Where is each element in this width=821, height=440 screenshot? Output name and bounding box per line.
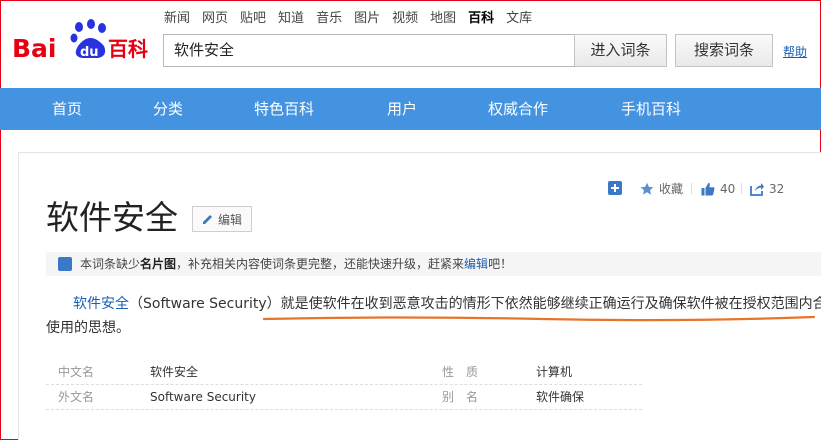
entry-title: 软件安全 xyxy=(46,198,178,237)
summary-english: （Software Security） xyxy=(129,296,281,312)
like-count: 40 xyxy=(720,181,736,196)
nav-link-images[interactable]: 图片 xyxy=(354,10,380,28)
nav-link-map[interactable]: 地图 xyxy=(430,10,456,28)
basic-info-row: 外文名 Software Security 别 名 软件确保 xyxy=(46,385,642,410)
summary-highlighted: 就是使软件在收到恶意攻击的情形下依然能够继续正确运行及确保软件被在授权范围内合法 xyxy=(280,296,821,312)
star-icon xyxy=(640,182,654,195)
nav-link-zhidao[interactable]: 知道 xyxy=(278,10,304,28)
main-nav-bar: 首页 分类 特色百科 用户 权威合作 手机百科 xyxy=(0,88,821,130)
enter-entry-button[interactable]: 进入词条 xyxy=(574,34,667,67)
share-icon xyxy=(750,182,764,196)
info-value: 计算机 xyxy=(536,365,573,379)
notice-text: ，补充相关内容使词条更完整，还能快速升级，赶紧来 xyxy=(176,257,465,271)
notice-edit-link[interactable]: 编辑 xyxy=(464,257,488,271)
share-count: 32 xyxy=(769,181,785,196)
nav-link-news[interactable]: 新闻 xyxy=(164,10,190,28)
svg-text:du: du xyxy=(80,45,99,60)
nav-link-web[interactable]: 网页 xyxy=(202,10,228,28)
search-entry-button[interactable]: 搜索词条 xyxy=(675,34,773,67)
notice-text: 本词条缺少 xyxy=(80,257,141,271)
main-nav-users[interactable]: 用户 xyxy=(387,88,417,130)
baidu-baike-logo[interactable]: Bai du 百科 xyxy=(12,16,152,66)
basic-info-row: 中文名 软件安全 性 质 计算机 xyxy=(46,360,642,385)
basic-info-table: 中文名 软件安全 性 质 计算机 外文名 Software Security 别… xyxy=(46,360,642,410)
entry-summary: 软件安全（Software Security）就是使软件在收到恶意攻击的情形下依… xyxy=(46,292,821,340)
nav-link-baike[interactable]: 百科 xyxy=(468,10,494,28)
main-nav-featured[interactable]: 特色百科 xyxy=(254,88,314,130)
pencil-icon xyxy=(202,215,212,224)
info-key: 性 质 xyxy=(442,365,479,379)
thumbs-up-icon xyxy=(701,182,715,195)
add-icon[interactable] xyxy=(608,181,622,195)
info-key: 别 名 xyxy=(442,390,479,404)
info-key: 外文名 xyxy=(58,390,95,404)
summary-term-link[interactable]: 软件安全 xyxy=(73,296,129,312)
nav-link-video[interactable]: 视频 xyxy=(392,10,418,28)
info-value: 软件安全 xyxy=(150,365,199,379)
share-button[interactable]: 32 xyxy=(750,181,784,196)
divider xyxy=(741,183,742,194)
summary-line2: 使用的思想。 xyxy=(46,320,130,336)
info-value: Software Security xyxy=(150,390,256,404)
notice-bold: 名片图 xyxy=(140,257,177,271)
nav-link-tieba[interactable]: 贴吧 xyxy=(240,10,266,28)
info-value: 软件确保 xyxy=(536,390,585,404)
nav-link-wenku[interactable]: 文库 xyxy=(506,10,532,28)
notice-text: 吧！ xyxy=(488,257,513,271)
like-button[interactable]: 40 xyxy=(701,181,735,196)
svg-text:Bai: Bai xyxy=(12,34,57,63)
nav-link-music[interactable]: 音乐 xyxy=(316,10,342,28)
main-nav-mobile[interactable]: 手机百科 xyxy=(621,88,681,130)
missing-image-notice: 本词条缺少名片图，补充相关内容使词条更完整，还能快速升级，赶紧来编辑吧！ xyxy=(46,252,821,276)
main-nav-home[interactable]: 首页 xyxy=(52,88,82,130)
edit-button-label: 编辑 xyxy=(217,212,242,227)
collect-label: 收藏 xyxy=(659,182,684,196)
info-key: 中文名 xyxy=(58,365,95,379)
help-link[interactable]: 帮助 xyxy=(783,43,807,60)
main-nav-category[interactable]: 分类 xyxy=(153,88,183,130)
collect-button[interactable]: 收藏 xyxy=(640,181,683,196)
edit-button[interactable]: 编辑 xyxy=(192,206,252,232)
main-nav-partners[interactable]: 权威合作 xyxy=(488,88,548,130)
edit-notice-icon xyxy=(58,257,72,271)
divider xyxy=(691,183,692,194)
svg-text:百科: 百科 xyxy=(108,37,148,61)
top-product-nav: 新闻 网页 贴吧 知道 音乐 图片 视频 地图 百科 文库 xyxy=(164,10,544,28)
search-input[interactable]: 软件安全 xyxy=(163,34,575,67)
